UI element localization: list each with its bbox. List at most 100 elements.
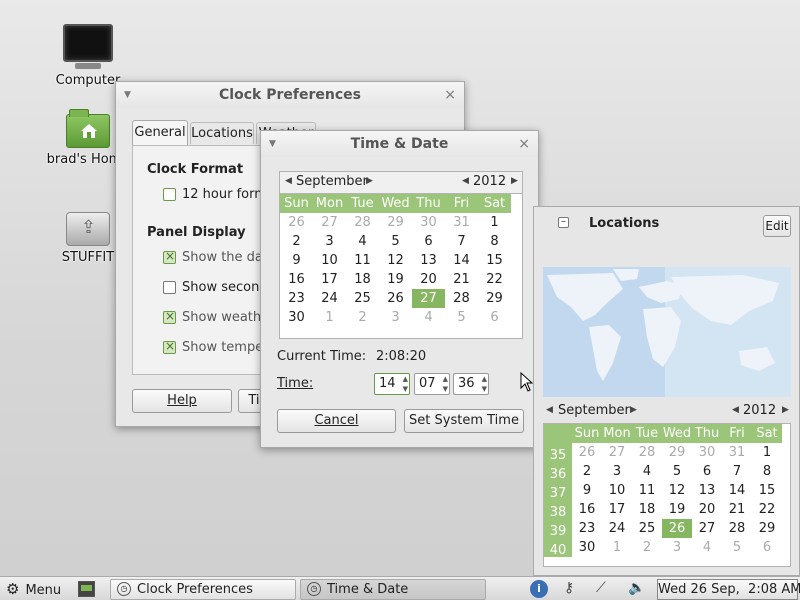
calendar-day[interactable]: 20 <box>412 270 445 289</box>
calendar-day[interactable]: 21 <box>445 270 478 289</box>
calendar-day[interactable]: 26 <box>379 289 412 308</box>
calendar-day[interactable]: 20 <box>692 500 722 519</box>
calendar-day[interactable]: 16 <box>280 270 313 289</box>
calendar-day[interactable]: 12 <box>662 481 692 500</box>
calendar-day[interactable]: 27 <box>692 519 722 538</box>
window-menu-icon[interactable]: ▼ <box>124 82 131 108</box>
calendar-day[interactable]: 2 <box>572 462 602 481</box>
calendar-day[interactable]: 28 <box>445 289 478 308</box>
calendar-day[interactable]: 25 <box>346 289 379 308</box>
calendar-day[interactable]: 10 <box>313 251 346 270</box>
calendar-day[interactable]: 10 <box>602 481 632 500</box>
calendar-day[interactable]: 17 <box>313 270 346 289</box>
show-temperature-checkbox[interactable] <box>163 339 176 354</box>
next-year-icon[interactable]: ▶ <box>782 405 789 415</box>
calendar-day[interactable]: 28 <box>346 213 379 232</box>
network-icon[interactable]: ⟋ <box>596 580 606 596</box>
calendar-day[interactable]: 8 <box>752 462 782 481</box>
hour-format-checkbox[interactable] <box>163 188 176 201</box>
calendar-day[interactable]: 6 <box>478 308 511 327</box>
calendar-day[interactable]: 21 <box>722 500 752 519</box>
calendar-day[interactable]: 6 <box>412 232 445 251</box>
calendar-day[interactable]: 16 <box>572 500 602 519</box>
calendar-day[interactable]: 5 <box>662 462 692 481</box>
calendar-day[interactable]: 27 <box>313 213 346 232</box>
clock-applet[interactable]: Wed 26 Sep, 2:08 AM <box>657 579 800 600</box>
shield-icon[interactable]: i <box>530 580 548 598</box>
calendar-day[interactable]: 14 <box>722 481 752 500</box>
calendar-day[interactable]: 22 <box>478 270 511 289</box>
second-spinner[interactable]: 36 ▲ ▼ <box>453 373 489 395</box>
prev-month-icon[interactable]: ◀ <box>546 405 553 415</box>
calendar-day[interactable]: 3 <box>379 308 412 327</box>
volume-icon[interactable]: 🔈 <box>628 580 645 596</box>
calendar-day[interactable]: 18 <box>346 270 379 289</box>
key-icon[interactable]: ⚷ <box>564 580 574 596</box>
calendar-day[interactable]: 26 <box>280 213 313 232</box>
calendar-day[interactable]: 29 <box>752 519 782 538</box>
calendar-day[interactable]: 28 <box>722 519 752 538</box>
calendar-day[interactable]: 4 <box>692 538 722 557</box>
calendar-day[interactable]: 1 <box>313 308 346 327</box>
calendar-day[interactable]: 3 <box>313 232 346 251</box>
calendar-day[interactable]: 25 <box>632 519 662 538</box>
next-month-icon[interactable]: ▶ <box>630 405 637 415</box>
calendar-day[interactable]: 11 <box>632 481 662 500</box>
calendar-day[interactable]: 23 <box>572 519 602 538</box>
calendar-day[interactable]: 30 <box>280 308 313 327</box>
calendar-day[interactable]: 5 <box>445 308 478 327</box>
calendar-day[interactable]: 6 <box>692 462 722 481</box>
calendar-day[interactable]: 3 <box>662 538 692 557</box>
title-bar[interactable]: ▼ Clock Preferences × <box>116 82 464 108</box>
calendar-day[interactable]: 13 <box>412 251 445 270</box>
close-icon[interactable]: × <box>444 82 456 108</box>
menu-button[interactable]: ⚙ Menu <box>6 579 61 599</box>
calendar-day[interactable]: 26 <box>572 443 602 462</box>
calendar-day[interactable]: 8 <box>478 232 511 251</box>
calendar-day[interactable]: 2 <box>632 538 662 557</box>
calendar-day[interactable]: 28 <box>632 443 662 462</box>
calendar-day[interactable]: 15 <box>478 251 511 270</box>
calendar-day[interactable]: 6 <box>752 538 782 557</box>
calendar-day[interactable]: 4 <box>632 462 662 481</box>
calendar-day[interactable]: 11 <box>346 251 379 270</box>
calendar-day[interactable]: 29 <box>662 443 692 462</box>
calendar-day[interactable]: 23 <box>280 289 313 308</box>
calendar-day[interactable]: 29 <box>478 289 511 308</box>
collapse-locations-icon[interactable]: – <box>558 217 569 228</box>
calendar-day[interactable]: 5 <box>722 538 752 557</box>
title-bar[interactable]: ▼ Time & Date × <box>261 131 538 157</box>
calendar-day[interactable]: 7 <box>445 232 478 251</box>
option-show-weather[interactable]: Show weather <box>163 309 275 325</box>
calendar-day[interactable]: 4 <box>412 308 445 327</box>
calendar-day[interactable]: 9 <box>572 481 602 500</box>
calendar-day[interactable]: 24 <box>313 289 346 308</box>
tab-general[interactable]: General <box>132 120 188 146</box>
calendar-day[interactable]: 5 <box>379 232 412 251</box>
close-icon[interactable]: × <box>518 131 530 157</box>
hour-spinner[interactable]: 14 ▲ ▼ <box>374 373 410 395</box>
help-button[interactable]: Help <box>132 389 232 413</box>
calendar-day[interactable]: 24 <box>602 519 632 538</box>
calendar-day[interactable]: 2 <box>346 308 379 327</box>
calendar-day[interactable]: 1 <box>478 213 511 232</box>
calendar-day[interactable]: 30 <box>572 538 602 557</box>
cancel-button[interactable]: Cancel <box>277 409 396 433</box>
taskbar-item-time-date[interactable]: ◷ Time & Date <box>300 579 486 600</box>
calendar-day[interactable]: 31 <box>445 213 478 232</box>
calendar-day[interactable]: 22 <box>752 500 782 519</box>
calendar-day[interactable]: 19 <box>662 500 692 519</box>
show-seconds-checkbox[interactable] <box>163 281 176 294</box>
calendar-day[interactable]: 29 <box>379 213 412 232</box>
calendar-day[interactable]: 15 <box>752 481 782 500</box>
calendar-day[interactable]: 1 <box>752 443 782 462</box>
prev-month-icon[interactable]: ◀ <box>285 176 292 186</box>
calendar-day[interactable]: 2 <box>280 232 313 251</box>
calendar-day[interactable]: 9 <box>280 251 313 270</box>
calendar-day[interactable]: 3 <box>602 462 632 481</box>
set-system-time-button[interactable]: Set System Time <box>404 409 524 433</box>
window-menu-icon[interactable]: ▼ <box>269 131 276 157</box>
option-show-seconds[interactable]: Show seconds <box>163 280 274 295</box>
show-date-checkbox[interactable] <box>163 249 176 264</box>
calendar-day[interactable]: 30 <box>412 213 445 232</box>
